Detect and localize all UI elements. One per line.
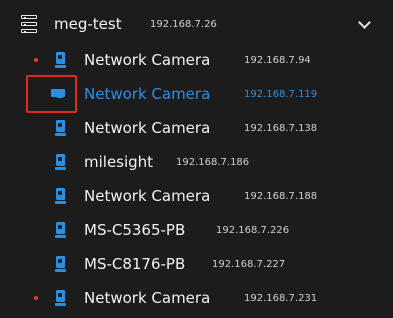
camera-icon	[55, 154, 66, 172]
device-ip: 192.168.7.119	[244, 89, 318, 100]
device-ip: 192.168.7.188	[244, 191, 318, 202]
device-name: Network Camera	[84, 187, 211, 205]
camera-icon	[55, 256, 66, 274]
device-name: Network Camera	[84, 289, 211, 307]
device-name: milesight	[84, 153, 154, 171]
camera-icon	[55, 290, 66, 308]
camera-icon	[55, 52, 66, 70]
camera-icon	[55, 222, 66, 240]
selection-highlight-box	[26, 75, 77, 113]
server-icon	[21, 15, 37, 33]
device-ip: 192.168.7.227	[212, 259, 286, 270]
device-ip: 192.168.7.186	[176, 157, 250, 168]
device-ip: 192.168.7.138	[244, 123, 318, 134]
camera-icon	[55, 120, 66, 138]
chevron-down-icon[interactable]	[358, 16, 371, 29]
device-row[interactable]: milesight 192.168.7.186	[0, 147, 393, 179]
device-row[interactable]: MS-C8176-PB 192.168.7.227	[0, 249, 393, 281]
device-name: Network Camera	[84, 119, 211, 137]
device-row[interactable]: MS-C5365-PB 192.168.7.226	[0, 215, 393, 247]
device-row[interactable]: Network Camera 192.168.7.138	[0, 113, 393, 145]
device-name: MS-C8176-PB	[84, 255, 186, 273]
device-name: MS-C5365-PB	[84, 221, 186, 239]
group-header-meg-test[interactable]: meg-test 192.168.7.26	[0, 6, 393, 44]
group-name: meg-test	[54, 15, 122, 33]
recording-indicator-icon	[34, 58, 38, 62]
device-name: Network Camera	[84, 85, 211, 103]
device-ip: 192.168.7.94	[244, 55, 311, 66]
device-row[interactable]: Network Camera 192.168.7.94	[0, 45, 393, 77]
device-tree-panel: meg-test 192.168.7.26 Network Camera 192…	[0, 0, 393, 318]
recording-indicator-icon	[34, 296, 38, 300]
device-ip: 192.168.7.231	[244, 293, 318, 304]
camera-icon	[55, 188, 66, 206]
device-ip: 192.168.7.226	[216, 225, 290, 236]
group-ip: 192.168.7.26	[150, 19, 217, 30]
device-name: Network Camera	[84, 51, 211, 69]
device-row[interactable]: Network Camera 192.168.7.188	[0, 181, 393, 213]
device-row[interactable]: Network Camera 192.168.7.231	[0, 283, 393, 315]
